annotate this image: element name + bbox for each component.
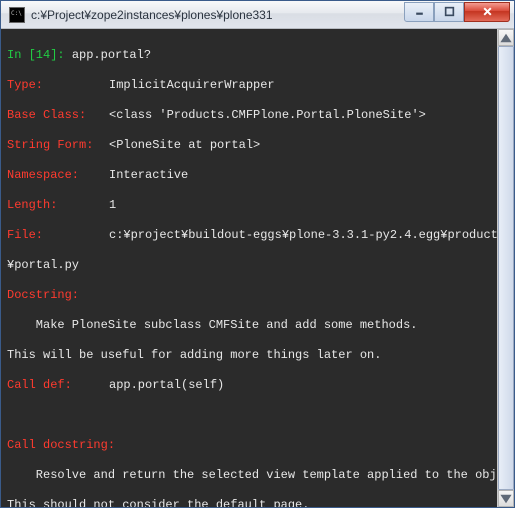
value-baseclass: <class 'Products.CMFPlone.Portal.PloneSi… — [109, 108, 426, 122]
line: Base Class:<class 'Products.CMFPlone.Por… — [7, 108, 508, 123]
label-type: Type: — [7, 78, 109, 93]
scroll-up-button[interactable] — [498, 29, 514, 46]
label-stringform: String Form: — [7, 138, 109, 153]
command: app.portal? — [72, 48, 151, 62]
calldoc-line: Resolve and return the selected view tem… — [7, 468, 514, 482]
doc-line: This will be useful for adding more thin… — [7, 348, 381, 362]
minimize-button[interactable] — [404, 2, 434, 22]
value-type: ImplicitAcquirerWrapper — [109, 78, 275, 92]
scroll-track[interactable] — [498, 46, 514, 490]
label-baseclass: Base Class: — [7, 108, 109, 123]
value-calldef: app.portal(self) — [109, 378, 224, 392]
line: This should not consider the default pag… — [7, 498, 508, 507]
line: Type:ImplicitAcquirerWrapper — [7, 78, 508, 93]
label-docstring: Docstring: — [7, 288, 79, 302]
line: Docstring: — [7, 288, 508, 303]
value-namespace: Interactive — [109, 168, 188, 182]
line: This will be useful for adding more thin… — [7, 348, 508, 363]
calldoc-line: This should not consider the default pag… — [7, 498, 309, 507]
line: Make PloneSite subclass CMFSite and add … — [7, 318, 508, 333]
line: Call def:app.portal(self) — [7, 378, 508, 393]
label-file: File: — [7, 228, 109, 243]
value-length: 1 — [109, 198, 116, 212]
line: File:c:¥project¥buildout-eggs¥plone-3.3.… — [7, 228, 508, 243]
terminal-output[interactable]: In [14]: app.portal? Type:ImplicitAcquir… — [1, 29, 514, 507]
scroll-down-button[interactable] — [498, 490, 514, 507]
label-calldoc: Call docstring: — [7, 438, 115, 452]
scroll-thumb[interactable] — [498, 46, 514, 490]
vertical-scrollbar[interactable] — [497, 29, 514, 507]
close-button[interactable] — [464, 2, 510, 22]
cmd-icon — [9, 7, 25, 23]
prompt: In [14]: — [7, 48, 65, 62]
label-calldef: Call def: — [7, 378, 109, 393]
maximize-button[interactable] — [434, 2, 464, 22]
window-controls — [404, 2, 510, 22]
titlebar[interactable]: c:¥Project¥zope2instances¥plones¥plone33… — [1, 1, 514, 29]
line: ¥portal.py — [7, 258, 508, 273]
label-length: Length: — [7, 198, 109, 213]
value-file: c:¥project¥buildout-eggs¥plone-3.3.1-py2… — [109, 228, 514, 242]
value-stringform: <PloneSite at portal> — [109, 138, 260, 152]
line: In [14]: app.portal? — [7, 48, 508, 63]
line: Namespace:Interactive — [7, 168, 508, 183]
console-window: c:¥Project¥zope2instances¥plones¥plone33… — [0, 0, 515, 508]
line: Length:1 — [7, 198, 508, 213]
line: Call docstring: — [7, 438, 508, 453]
line: String Form:<PloneSite at portal> — [7, 138, 508, 153]
blank-line — [7, 408, 508, 423]
line: Resolve and return the selected view tem… — [7, 468, 508, 483]
label-namespace: Namespace: — [7, 168, 109, 183]
doc-line: Make PloneSite subclass CMFSite and add … — [7, 318, 417, 332]
value-file2: ¥portal.py — [7, 258, 79, 272]
window-title: c:¥Project¥zope2instances¥plones¥plone33… — [31, 8, 404, 22]
